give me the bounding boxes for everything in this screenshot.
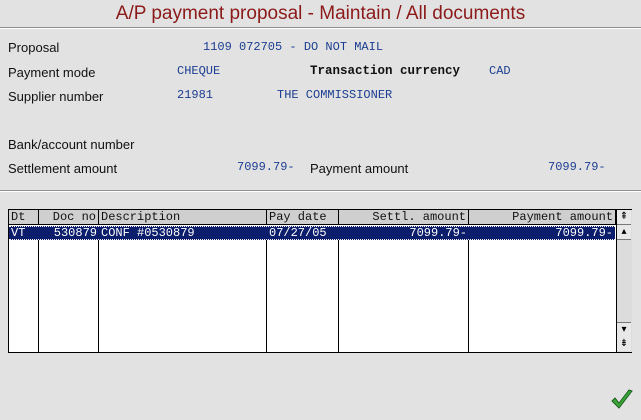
cell-doc-no: 530879 (53, 226, 97, 240)
settlement-amount-value: 7099.79- (237, 160, 295, 174)
double-down-arrow-icon[interactable]: ⇟ (617, 337, 631, 351)
payment-amount-value: 7099.79- (548, 160, 606, 174)
supplier-number-value: 21981 (177, 88, 214, 102)
vertical-scrollbar[interactable]: ⇞ ▴ ▾ ⇟ (616, 210, 632, 352)
up-arrow-icon[interactable]: ▴ (617, 225, 631, 240)
title-divider (0, 27, 641, 29)
down-arrow-icon[interactable]: ▾ (617, 322, 631, 338)
column-header-doc-no[interactable]: Doc no (39, 210, 99, 225)
payment-mode-value: CHEQUE (177, 64, 221, 78)
cell-description: CONF #0530879 (101, 226, 195, 240)
cell-payment-amount: 7099.79- (555, 226, 613, 240)
column-divider (38, 226, 39, 352)
checkmark-icon[interactable] (610, 388, 634, 412)
column-divider (266, 226, 267, 352)
payment-amount-label: Payment amount (310, 161, 409, 176)
cell-pay-date: 07/27/05 (269, 226, 327, 240)
transaction-currency-label: Transaction currency (310, 64, 461, 78)
column-divider (338, 226, 339, 352)
form-divider (0, 190, 641, 192)
proposal-value: 1109 072705 - DO NOT MAIL (203, 40, 384, 54)
cell-dt: VT (11, 226, 26, 240)
documents-table[interactable]: Dt Doc no Description Pay date Settl. am… (8, 209, 632, 353)
column-header-payment-amount[interactable]: Payment amount (469, 210, 616, 225)
payment-mode-label: Payment mode (8, 65, 96, 80)
column-header-pay-date[interactable]: Pay date (267, 210, 339, 225)
column-divider (468, 226, 469, 352)
cell-settl-amount: 7099.79- (409, 226, 467, 240)
transaction-currency-value: CAD (489, 64, 511, 78)
double-up-arrow-icon[interactable]: ⇞ (617, 210, 631, 225)
window-title: A/P payment proposal - Maintain / All do… (115, 3, 526, 24)
table-row[interactable]: VT 530879 CONF #0530879 07/27/05 7099.79… (9, 226, 615, 240)
column-header-settl-amount[interactable]: Settl. amount (339, 210, 469, 225)
row-focus-outline (9, 226, 615, 227)
column-header-dt[interactable]: Dt (9, 210, 39, 225)
settlement-amount-label: Settlement amount (8, 161, 118, 176)
row-focus-outline (9, 239, 615, 240)
column-divider (98, 226, 99, 352)
bank-account-label: Bank/account number (8, 137, 135, 152)
supplier-name-value: THE COMMISSIONER (277, 88, 393, 102)
proposal-label: Proposal (8, 40, 60, 55)
supplier-number-label: Supplier number (8, 89, 104, 104)
column-header-description[interactable]: Description (99, 210, 267, 225)
